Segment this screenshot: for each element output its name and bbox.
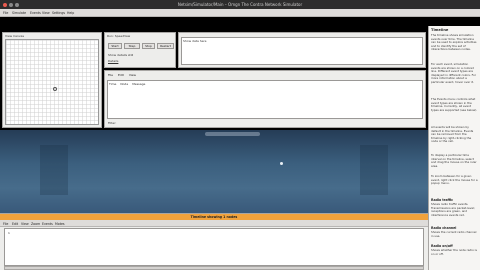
column-message[interactable]: Message [132,82,145,86]
help-paragraph: All events will be shown by default in t… [431,125,474,143]
canvas-panel: View Canvas [2,32,102,128]
details-panel: Show data here [178,32,426,68]
pointer-icon [280,162,283,165]
help-section-text: Shows radio traffic events. Transmission… [431,202,475,217]
menu-help[interactable]: Help [67,11,74,15]
timeline-window: Timeline showing 1 nodes File Edit View … [0,213,428,270]
log-menu-file[interactable]: File [108,73,113,77]
log-menu-view[interactable]: View [129,73,136,77]
window-title: Netsim/Simulator/Main – Omgn The Contra … [177,1,303,7]
simulation-control-panel: Run: SpeedVew Start Step Stop Restart Sh… [104,32,176,68]
timeline-row-label: 1 [8,231,10,235]
canvas-panel-title: View Canvas [5,34,25,38]
stop-button[interactable]: Stop [142,43,155,49]
log-table[interactable]: Time Node Message [107,80,423,119]
step-button[interactable]: Step [124,43,140,49]
details-text-area[interactable]: Show data here [181,37,423,65]
log-menu: File Edit View [108,73,136,77]
help-title: Timeline [431,28,449,32]
log-menu-edit[interactable]: Edit [118,73,124,77]
help-paragraph: To zoom between for a given event, right… [431,174,478,185]
control-panel-title: Run: SpeedVew [107,34,131,38]
desktop-panel-left [40,145,68,195]
network-canvas[interactable] [5,39,99,125]
timeline-menu-file[interactable]: File [3,222,8,226]
desktop-background [0,130,428,213]
timeline-horizontal-scrollbar[interactable] [4,266,424,270]
help-paragraph: The Events menu controls what event type… [431,97,478,112]
help-paragraph: For each event, simulation events are sh… [431,62,477,84]
restart-button[interactable]: Restart [157,43,174,49]
column-time[interactable]: Time [109,82,116,86]
window-titlebar: Netsim/Simulator/Main – Omgn The Contra … [0,0,480,9]
drag-handle[interactable] [205,132,260,136]
menu-file[interactable]: File [3,11,8,15]
help-section-text: Shows whether the node radio is on or of… [431,248,477,256]
timeline-menu-motes[interactable]: Motes [55,222,65,226]
help-paragraph: To display a particular time interval on… [431,153,477,168]
details-link[interactable]: Details [108,59,118,63]
column-node[interactable]: Node [120,82,128,86]
start-button[interactable]: Start [108,43,122,49]
timeline-menu-events[interactable]: Events [42,222,53,226]
help-paragraph: The timeline shows simulation events ove… [431,33,477,51]
menu-bar: File Simulate Events View Settings Help [0,9,480,17]
help-section-text: Shows the current radio channel in use. [431,230,477,238]
desktop-panel-right [360,145,388,195]
node-marker-icon[interactable] [53,87,57,91]
log-filter-label: Filter: [108,121,117,125]
help-panel: Timeline The timeline shows simulation e… [428,26,480,270]
menu-events[interactable]: Events [30,11,41,15]
timeline-menu-zoom[interactable]: Zoom [31,222,40,226]
menu-simulate[interactable]: Simulate [12,11,26,15]
log-panel: File Edit View Time Node Message Filter: [104,70,426,128]
details-label: Show details still [108,53,134,57]
log-table-header: Time Node Message [109,82,145,86]
timeline-menu-edit[interactable]: Edit [12,222,18,226]
timeline-menu-bar: File Edit View Zoom Events Motes [0,220,428,227]
timeline-menu-view[interactable]: View [21,222,29,226]
menu-view[interactable]: View [42,11,50,15]
details-text: Show data here [183,39,207,43]
menu-settings[interactable]: Settings [52,11,65,15]
timeline-area[interactable]: 1 [4,228,424,266]
